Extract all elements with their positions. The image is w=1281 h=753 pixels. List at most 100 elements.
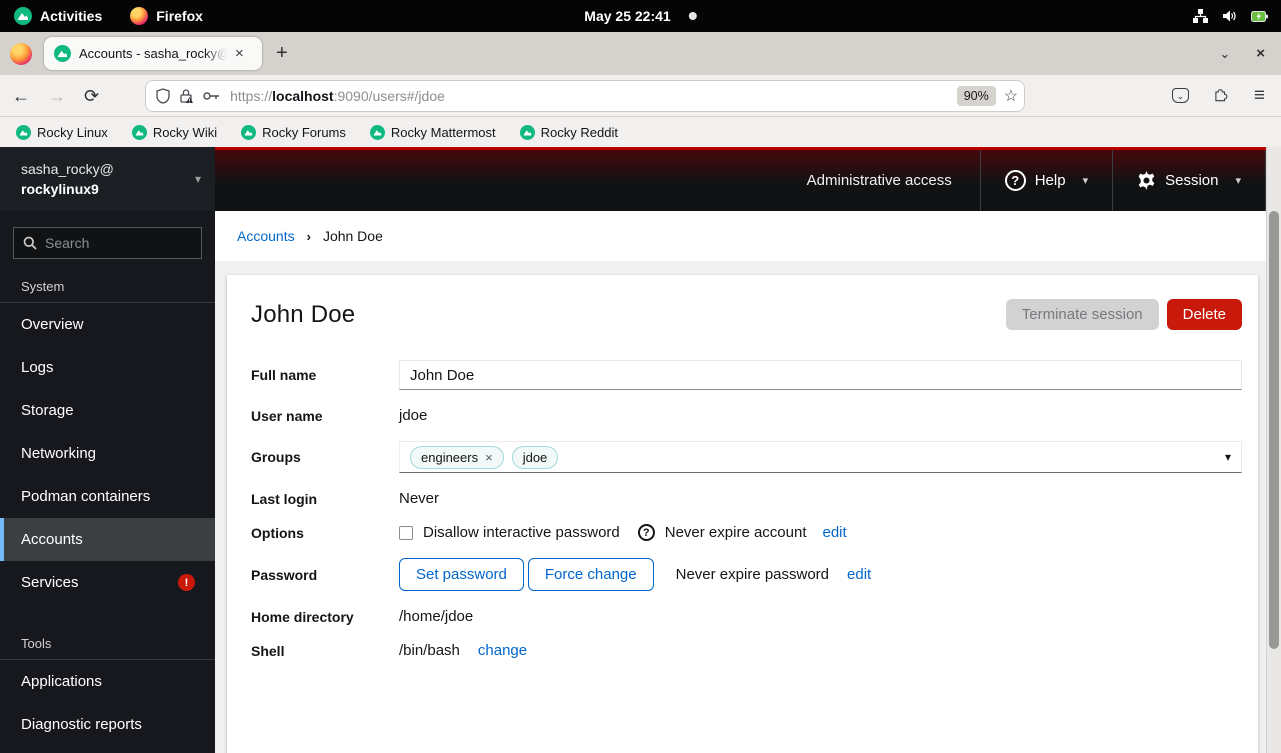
pocket-icon[interactable]: ⌄: [1172, 88, 1189, 103]
hostname: rockylinux9: [21, 179, 114, 199]
battery-icon: [1251, 10, 1269, 23]
password-label: Password: [251, 567, 399, 583]
logged-in-user: sasha_rocky@: [21, 159, 114, 179]
zoom-level-badge[interactable]: 90%: [957, 86, 996, 106]
search-input[interactable]: [45, 235, 185, 251]
help-menu[interactable]: ? Help ▾: [980, 150, 1112, 211]
groups-select[interactable]: engineers × jdoe ▾: [399, 441, 1242, 473]
session-caret-icon: ▾: [1235, 174, 1241, 187]
help-label: Help: [1035, 172, 1066, 189]
back-button[interactable]: ←: [12, 87, 30, 105]
chip-remove-icon[interactable]: ×: [485, 451, 493, 464]
key-icon[interactable]: [203, 91, 220, 101]
url-bar[interactable]: https://localhost:9090/users#/jdoe 90% ☆: [145, 80, 1025, 112]
rocky-favicon-icon: [520, 125, 535, 140]
sidebar-item-accounts[interactable]: Accounts: [0, 518, 215, 561]
extensions-icon[interactable]: [1213, 87, 1230, 104]
lock-warning-icon[interactable]: [179, 88, 194, 104]
rocky-favicon-icon: [132, 125, 147, 140]
never-expire-account-text: Never expire account: [665, 524, 807, 541]
volume-icon: [1222, 9, 1237, 23]
bookmark-rocky-forums[interactable]: Rocky Forums: [241, 125, 346, 140]
group-chip-engineers: engineers ×: [410, 446, 504, 469]
disallow-password-label: Disallow interactive password: [423, 524, 620, 541]
tab-close-icon[interactable]: ×: [235, 46, 244, 61]
menu-icon[interactable]: ≡: [1254, 85, 1265, 107]
edit-password-expiry-link[interactable]: edit: [847, 566, 871, 583]
force-change-button[interactable]: Force change: [528, 558, 654, 591]
delete-button[interactable]: Delete: [1167, 299, 1242, 330]
sidebar-item-overview[interactable]: Overview: [0, 303, 215, 346]
group-chip-jdoe: jdoe: [512, 446, 559, 469]
browser-tab-accounts[interactable]: Accounts - sasha_rocky@ ×: [44, 37, 262, 70]
user-name-label: User name: [251, 408, 399, 424]
window-close-icon[interactable]: ×: [1256, 45, 1265, 62]
edit-account-expiry-link[interactable]: edit: [823, 524, 847, 541]
tab-list-chevron-icon[interactable]: ⌄: [1219, 46, 1230, 62]
home-directory-label: Home directory: [251, 609, 399, 625]
system-status-area[interactable]: [1193, 9, 1281, 23]
host-caret-icon: ▾: [195, 172, 201, 186]
rocky-favicon-icon: [54, 45, 71, 62]
sidebar-item-podman-containers[interactable]: Podman containers: [0, 475, 215, 518]
last-login-value: Never: [399, 490, 1242, 507]
breadcrumb-chevron-icon: ›: [307, 229, 311, 244]
sidebar-search[interactable]: [13, 227, 202, 259]
administrative-access-indicator[interactable]: Administrative access: [807, 150, 980, 211]
gnome-top-bar: Activities Firefox May 25 22:41: [0, 0, 1281, 32]
firefox-tab-bar: Accounts - sasha_rocky@ × + ⌄ ×: [0, 32, 1281, 75]
bookmark-rocky-wiki[interactable]: Rocky Wiki: [132, 125, 217, 140]
bookmark-star-icon[interactable]: ☆: [1004, 86, 1018, 106]
screen: Activities Firefox May 25 22:41: [0, 0, 1281, 753]
never-expire-password-text: Never expire password: [676, 566, 829, 583]
groups-caret-icon[interactable]: ▾: [1225, 450, 1231, 464]
url-text[interactable]: https://localhost:9090/users#/jdoe: [230, 88, 957, 104]
breadcrumb-accounts-link[interactable]: Accounts: [237, 228, 295, 244]
disallow-password-checkbox[interactable]: [399, 526, 413, 540]
tab-title: Accounts - sasha_rocky@: [79, 46, 227, 61]
question-circle-icon[interactable]: ?: [638, 524, 655, 541]
clock-menu[interactable]: May 25 22:41: [584, 8, 696, 24]
firefox-nav-toolbar: ← → ⟳ https://localhost:9090/users#/jdoe…: [0, 75, 1281, 117]
bookmark-rocky-linux[interactable]: Rocky Linux: [16, 125, 108, 140]
full-name-input[interactable]: [399, 360, 1242, 390]
page-title: John Doe: [251, 301, 355, 329]
set-password-button[interactable]: Set password: [399, 558, 524, 591]
activities-button[interactable]: Activities: [14, 7, 102, 25]
bookmark-rocky-reddit[interactable]: Rocky Reddit: [520, 125, 618, 140]
cockpit-sidebar: sasha_rocky@ rockylinux9 ▾ System Overvi…: [0, 147, 215, 753]
scrollbar-thumb[interactable]: [1269, 211, 1279, 649]
bookmark-rocky-mattermost[interactable]: Rocky Mattermost: [370, 125, 496, 140]
home-directory-value: /home/jdoe: [399, 608, 1242, 625]
change-shell-link[interactable]: change: [478, 642, 527, 659]
new-tab-button[interactable]: +: [276, 42, 288, 65]
host-switcher[interactable]: sasha_rocky@ rockylinux9 ▾: [0, 147, 215, 211]
section-label-system: System: [0, 259, 215, 302]
section-label-tools: Tools: [0, 604, 215, 659]
network-icon: [1193, 9, 1208, 23]
sidebar-item-logs[interactable]: Logs: [0, 346, 215, 389]
account-details-card: John Doe Terminate session Delete Full n…: [227, 275, 1258, 753]
terminate-session-button[interactable]: Terminate session: [1006, 299, 1159, 330]
clock-text: May 25 22:41: [584, 8, 670, 24]
page-scrollbar[interactable]: [1266, 147, 1281, 753]
firefox-icon: [130, 7, 148, 25]
tracking-shield-icon[interactable]: [156, 88, 170, 104]
sidebar-item-storage[interactable]: Storage: [0, 389, 215, 432]
session-menu[interactable]: Session ▾: [1112, 150, 1266, 211]
sidebar-item-diagnostic-reports[interactable]: Diagnostic reports: [0, 703, 215, 746]
focused-app-menu[interactable]: Firefox: [130, 7, 203, 25]
help-icon: ?: [1005, 170, 1026, 191]
activities-label: Activities: [40, 8, 102, 24]
reload-button[interactable]: ⟳: [84, 87, 99, 105]
sidebar-item-services[interactable]: Services !: [0, 561, 215, 604]
user-name-value: jdoe: [399, 407, 1242, 424]
app-label: Firefox: [156, 8, 203, 24]
sidebar-item-networking[interactable]: Networking: [0, 432, 215, 475]
sidebar-item-applications[interactable]: Applications: [0, 660, 215, 703]
forward-button[interactable]: →: [48, 87, 66, 105]
cockpit-app: sasha_rocky@ rockylinux9 ▾ System Overvi…: [0, 147, 1281, 753]
rocky-favicon-icon: [370, 125, 385, 140]
shell-value: /bin/bash: [399, 642, 460, 659]
rocky-logo-icon: [14, 7, 32, 25]
